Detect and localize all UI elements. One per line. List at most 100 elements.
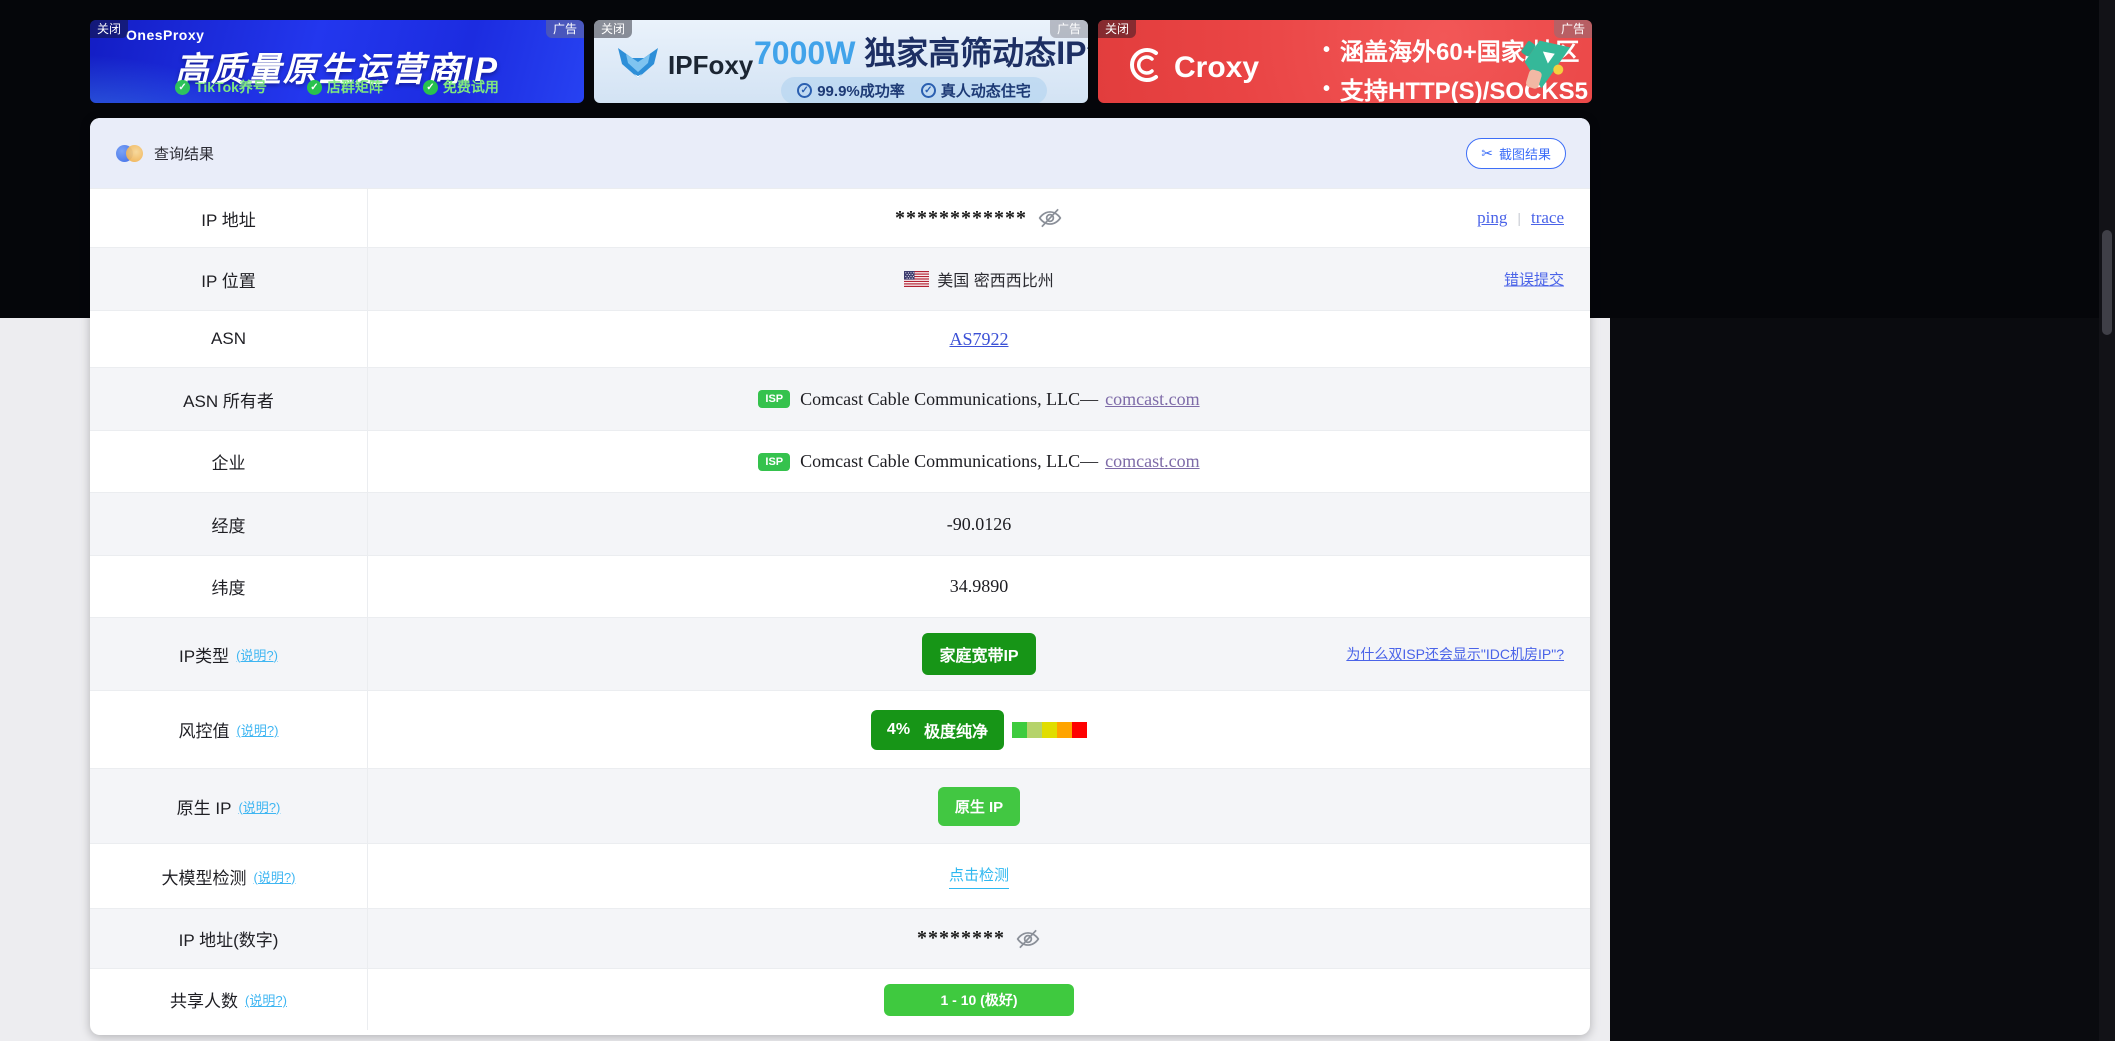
ad-feature-label: 免费试用: [443, 77, 499, 97]
risk-hint-link[interactable]: (说明?): [237, 720, 279, 739]
table-row-ip-type: IP类型 (说明?) 家庭宽带IP 为什么双ISP还会显示"IDC机房IP"?: [90, 617, 1590, 690]
row-label-cell: 经度: [90, 493, 368, 555]
ad-feature: ✓ 店群矩阵: [307, 77, 383, 97]
eye-off-icon[interactable]: [1015, 926, 1041, 952]
risk-scale-segment: [1072, 722, 1087, 738]
check-icon: ✓: [921, 83, 936, 98]
row-label-cell: 风控值 (说明?): [90, 691, 368, 768]
ipfoxy-fox-icon: [616, 46, 660, 85]
screenshot-button-label: 截图结果: [1499, 144, 1551, 163]
check-icon: ✓: [797, 83, 812, 98]
shared-count-badge[interactable]: 1 - 10 (极好): [884, 984, 1074, 1016]
row-label: 纬度: [212, 574, 246, 599]
ad-banner-onesproxy[interactable]: 关闭 广告 OnesProxy 高质量原生运营商IP ✓ TikTok养号 ✓ …: [90, 20, 584, 103]
ipfoxy-brand: IPFoxy: [668, 50, 753, 81]
ad-feature: ✓ 真人动态住宅: [921, 80, 1031, 101]
megaphone-icon: [1514, 28, 1578, 99]
row-label: IP 地址: [201, 206, 255, 231]
row-label-cell: ASN: [90, 311, 368, 367]
click-detect-link[interactable]: 点击检测: [949, 864, 1009, 889]
latitude-value: 34.9890: [950, 576, 1009, 597]
row-label: 企业: [212, 449, 246, 474]
query-result-panel: 查询结果 ✂ 截图结果 IP 地址 ************ ping | tr: [90, 118, 1590, 1035]
risk-score-badge[interactable]: 4% 极度纯净: [871, 710, 1004, 750]
ad-feature: ✓ 99.9%成功率: [797, 80, 905, 101]
row-value-cell: 原生 IP: [368, 769, 1590, 843]
panel-title: 查询结果: [154, 143, 214, 164]
scissors-icon: ✂: [1481, 146, 1493, 160]
ad-feature: ✓ 免费试用: [423, 77, 499, 97]
table-row-ip-numeric: IP 地址(数字) ********: [90, 908, 1590, 968]
table-row-native-ip: 原生 IP (说明?) 原生 IP: [90, 768, 1590, 843]
table-row-ip-address: IP 地址 ************ ping | trace: [90, 188, 1590, 247]
native-ip-badge[interactable]: 原生 IP: [938, 787, 1020, 826]
ad-feature: ✓ TikTok养号: [175, 77, 267, 97]
longitude-value: -90.0126: [947, 514, 1012, 535]
table-row-asn: ASN AS7922: [90, 310, 1590, 367]
shared-hint-link[interactable]: (说明?): [245, 990, 287, 1009]
ad-banner-croxy[interactable]: 关闭 广告 Croxy • 涵盖海外60+国家/地区 • 支持HTTP(S)/S…: [1098, 20, 1592, 103]
trace-link[interactable]: trace: [1531, 208, 1564, 228]
scrollbar[interactable]: [2099, 0, 2115, 1041]
table-row-risk-value: 风控值 (说明?) 4% 极度纯净: [90, 690, 1590, 768]
isp-badge: ISP: [758, 453, 790, 471]
company-domain-link[interactable]: comcast.com: [1105, 451, 1199, 472]
row-value-cell: 1 - 10 (极好): [368, 969, 1590, 1030]
ad-tag: 广告: [546, 20, 584, 38]
asn-number-link[interactable]: AS7922: [949, 329, 1008, 350]
ipfoxy-headline-text: 独家高筛动态IP池: [864, 35, 1088, 71]
masked-ip-numeric-value: ********: [917, 927, 1005, 950]
bullet-icon: •: [1323, 40, 1330, 60]
row-label-cell: 大模型检测 (说明?): [90, 844, 368, 908]
row-value-cell: ISP Comcast Cable Communications, LLC— c…: [368, 431, 1590, 492]
screenshot-result-button[interactable]: ✂ 截图结果: [1466, 138, 1566, 169]
ad-close-button[interactable]: 关闭: [594, 20, 632, 38]
row-label: ASN 所有者: [183, 387, 274, 412]
ad-feature-label: 店群矩阵: [327, 77, 383, 97]
row-label-cell: IP 地址(数字): [90, 909, 368, 968]
check-icon: ✓: [423, 80, 438, 95]
ipfoxy-headline-number: 7000W: [754, 35, 855, 71]
risk-scale-segment: [1012, 722, 1027, 738]
row-label: 经度: [212, 512, 246, 537]
native-ip-hint-link[interactable]: (说明?): [238, 797, 280, 816]
table-row-latitude: 纬度 34.9890: [90, 555, 1590, 617]
masked-ip-value: ************: [895, 207, 1027, 230]
row-label-cell: 共享人数 (说明?): [90, 969, 368, 1030]
llm-hint-link[interactable]: (说明?): [254, 867, 296, 886]
row-label: 大模型检测: [162, 864, 247, 889]
eye-off-icon[interactable]: [1037, 205, 1063, 231]
ad-feature-label: TikTok养号: [195, 77, 267, 97]
row-value-cell: 点击检测: [368, 844, 1590, 908]
company-value: Comcast Cable Communications, LLC—: [800, 451, 1098, 472]
us-flag-icon: [904, 271, 929, 287]
error-report-link[interactable]: 错误提交: [1504, 269, 1564, 290]
ad-close-button[interactable]: 关闭: [1098, 20, 1136, 38]
row-value-cell: ISP Comcast Cable Communications, LLC— c…: [368, 368, 1590, 430]
dual-isp-explainer-link[interactable]: 为什么双ISP还会显示"IDC机房IP"?: [1346, 644, 1564, 664]
scrollbar-thumb[interactable]: [2102, 230, 2112, 335]
row-value-cell: ************ ping | trace: [368, 189, 1590, 247]
table-row-longitude: 经度 -90.0126: [90, 492, 1590, 555]
risk-scale-segment: [1042, 722, 1057, 738]
croxy-c-icon: [1124, 44, 1166, 91]
link-separator: |: [1517, 210, 1521, 226]
risk-scale: [1012, 722, 1087, 738]
risk-scale-segment: [1027, 722, 1042, 738]
ad-close-button[interactable]: 关闭: [90, 20, 128, 38]
ping-link[interactable]: ping: [1477, 208, 1507, 228]
panel-header: 查询结果 ✂ 截图结果: [90, 118, 1590, 188]
table-row-ip-location: IP 位置: [90, 247, 1590, 310]
row-label-cell: IP 位置: [90, 248, 368, 310]
onesproxy-features: ✓ TikTok养号 ✓ 店群矩阵 ✓ 免费试用: [90, 77, 584, 97]
row-value-cell: -90.0126: [368, 493, 1590, 555]
row-label: IP类型: [179, 642, 229, 667]
asn-owner-domain-link[interactable]: comcast.com: [1105, 389, 1199, 410]
ad-banner-ipfoxy[interactable]: 关闭 广告 IPFoxy 7000W 独家高筛动态IP池 ✓ 99.9%成功率: [594, 20, 1088, 103]
row-value-cell: ********: [368, 909, 1590, 968]
ip-type-badge[interactable]: 家庭宽带IP: [922, 633, 1035, 675]
row-label-cell: IP 地址: [90, 189, 368, 247]
row-label: 原生 IP: [177, 794, 232, 819]
ip-type-hint-link[interactable]: (说明?): [236, 645, 278, 664]
table-row-llm-detect: 大模型检测 (说明?) 点击检测: [90, 843, 1590, 908]
